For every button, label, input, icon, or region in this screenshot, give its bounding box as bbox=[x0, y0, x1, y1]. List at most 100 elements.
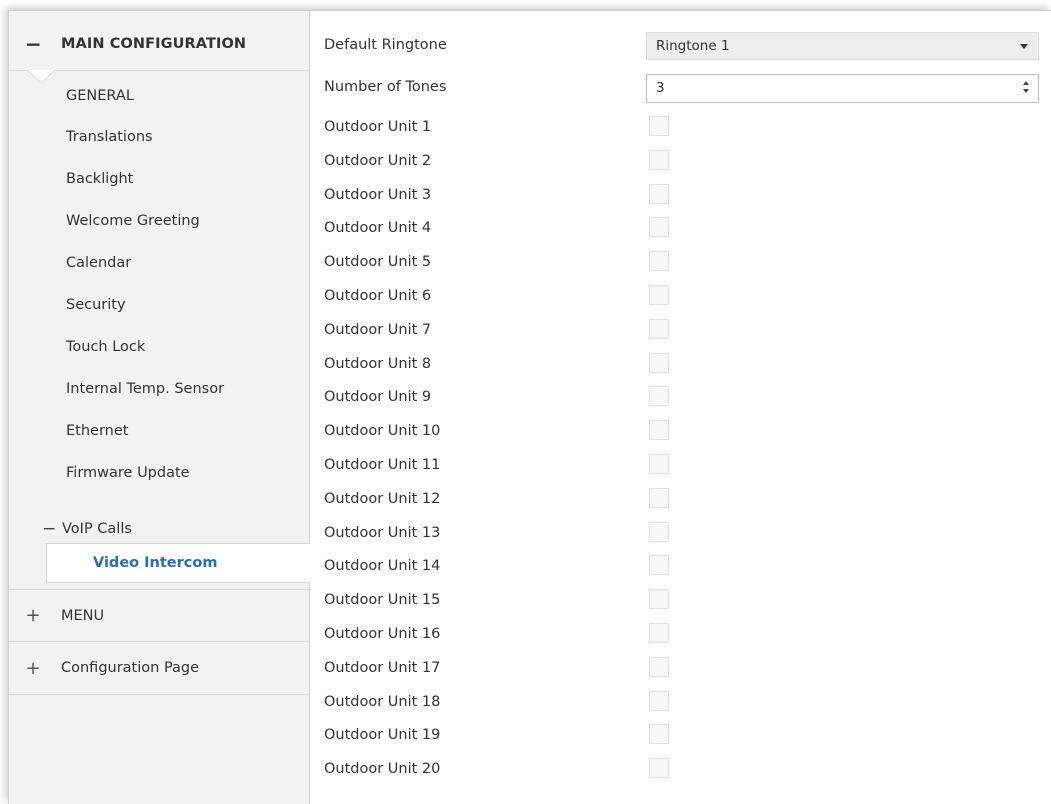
select-value: Ringtone 1 bbox=[656, 38, 730, 54]
param-label: Outdoor Unit 1 bbox=[324, 119, 432, 135]
param-label: Outdoor Unit 19 bbox=[324, 727, 441, 744]
param-row-outdoor-unit: Outdoor Unit 9 bbox=[310, 381, 1051, 415]
param-row-number-of-tones: Number of Tones 3 bbox=[310, 71, 1051, 105]
default-ringtone-select[interactable]: Ringtone 1 bbox=[646, 32, 1039, 60]
expand-icon[interactable]: + bbox=[25, 607, 41, 625]
sidebar-item-label: Touch Lock bbox=[66, 338, 146, 355]
param-row-outdoor-unit: Outdoor Unit 19 bbox=[310, 719, 1051, 753]
spin-down-arrow-icon[interactable] bbox=[1023, 89, 1029, 93]
sidebar-item-label: VoIP Calls bbox=[62, 520, 132, 537]
param-label: Default Ringtone bbox=[324, 37, 447, 53]
sidebar-item-label: Welcome Greeting bbox=[66, 213, 200, 230]
sidebar-item[interactable]: Firmware Update bbox=[9, 452, 309, 493]
sidebar-item[interactable]: GENERAL bbox=[9, 75, 309, 116]
param-row-outdoor-unit: Outdoor Unit 17 bbox=[310, 652, 1051, 686]
parameters-window: − MAIN CONFIGURATION GENERAL Translations… bbox=[8, 10, 1051, 804]
param-row-outdoor-unit: Outdoor Unit 4 bbox=[310, 212, 1051, 246]
spinner-value: 3 bbox=[656, 80, 665, 96]
param-label: Outdoor Unit 16 bbox=[324, 626, 441, 642]
expand-icon[interactable]: + bbox=[25, 659, 41, 677]
param-row-outdoor-unit: Outdoor Unit 8 bbox=[310, 348, 1051, 382]
param-label: Outdoor Unit 7 bbox=[324, 321, 432, 338]
param-row-outdoor-unit: Outdoor Unit 5 bbox=[310, 246, 1051, 280]
param-label: Outdoor Unit 15 bbox=[324, 592, 441, 609]
param-row-outdoor-unit: Outdoor Unit 18 bbox=[310, 686, 1051, 720]
param-label: Outdoor Unit 11 bbox=[324, 457, 441, 473]
outdoor-unit-checkbox[interactable] bbox=[649, 487, 669, 508]
sidebar-item[interactable]: Internal Temp. Sensor bbox=[9, 368, 309, 409]
sidebar-section-menu[interactable]: + MENU bbox=[9, 589, 309, 642]
spin-up-arrow-icon[interactable] bbox=[1023, 81, 1029, 85]
sidebar-item[interactable]: Translations bbox=[9, 117, 309, 158]
outdoor-unit-checkbox[interactable] bbox=[649, 149, 669, 170]
sidebar-item-label: Security bbox=[66, 297, 126, 313]
outdoor-unit-checkbox[interactable] bbox=[649, 758, 669, 779]
param-row-outdoor-unit: Outdoor Unit 1 bbox=[310, 111, 1051, 145]
outdoor-unit-checkbox[interactable] bbox=[649, 623, 669, 643]
outdoor-unit-checkbox[interactable] bbox=[649, 251, 669, 272]
outdoor-unit-checkbox[interactable] bbox=[649, 420, 669, 441]
outdoor-unit-checkbox[interactable] bbox=[649, 183, 669, 204]
param-label: Outdoor Unit 14 bbox=[324, 558, 441, 575]
sidebar-section-label: MAIN CONFIGURATION bbox=[61, 36, 247, 52]
outdoor-unit-checkbox[interactable] bbox=[649, 521, 669, 542]
param-label: Outdoor Unit 12 bbox=[324, 490, 441, 507]
sidebar-item-label: Firmware Update bbox=[66, 464, 190, 481]
outdoor-unit-checkbox[interactable] bbox=[649, 589, 669, 610]
sidebar-item[interactable]: Welcome Greeting bbox=[9, 201, 309, 242]
outdoor-unit-checkbox[interactable] bbox=[649, 285, 669, 305]
outdoor-unit-checkbox[interactable] bbox=[649, 386, 669, 407]
sidebar-item-video-intercom[interactable]: Video Intercom bbox=[46, 543, 310, 583]
param-row-outdoor-unit: Outdoor Unit 13 bbox=[310, 517, 1051, 551]
param-row-outdoor-unit: Outdoor Unit 7 bbox=[310, 314, 1051, 348]
sidebar-item[interactable]: Backlight bbox=[9, 159, 309, 200]
number-of-tones-spinner[interactable]: 3 bbox=[646, 74, 1039, 103]
param-row-outdoor-unit: Outdoor Unit 15 bbox=[310, 584, 1051, 618]
param-label: Outdoor Unit 18 bbox=[324, 693, 441, 710]
param-label: Outdoor Unit 6 bbox=[324, 288, 432, 304]
parameters-panel: Default Ringtone Ringtone 1 Number of To… bbox=[310, 11, 1051, 804]
collapse-icon[interactable]: − bbox=[25, 34, 42, 54]
sidebar-item-label: Translations bbox=[66, 129, 153, 146]
param-label: Outdoor Unit 5 bbox=[324, 254, 432, 271]
sidebar-item-label: Internal Temp. Sensor bbox=[66, 380, 225, 397]
sidebar-item-label: Backlight bbox=[66, 171, 134, 188]
sidebar-section-main-configuration[interactable]: − MAIN CONFIGURATION bbox=[9, 18, 309, 71]
param-label: Outdoor Unit 20 bbox=[324, 761, 441, 778]
param-label: Outdoor Unit 8 bbox=[324, 355, 432, 372]
sidebar-item-label: GENERAL bbox=[66, 87, 134, 104]
collapse-icon[interactable]: − bbox=[42, 519, 56, 539]
param-label: Outdoor Unit 3 bbox=[324, 186, 432, 203]
outdoor-unit-checkbox[interactable] bbox=[649, 690, 669, 711]
param-label: Outdoor Unit 10 bbox=[324, 423, 441, 440]
param-label: Outdoor Unit 9 bbox=[324, 389, 432, 406]
param-row-outdoor-unit: Outdoor Unit 12 bbox=[310, 483, 1051, 517]
outdoor-unit-checkbox[interactable] bbox=[649, 555, 669, 576]
outdoor-unit-checkbox[interactable] bbox=[649, 217, 669, 238]
param-row-outdoor-unit: Outdoor Unit 3 bbox=[310, 179, 1051, 213]
sidebar-item[interactable]: Touch Lock bbox=[9, 326, 309, 367]
sidebar-section-configuration-page[interactable]: + Configuration Page bbox=[9, 642, 309, 695]
outdoor-unit-checkbox[interactable] bbox=[649, 454, 669, 474]
sidebar-item[interactable]: Security bbox=[9, 285, 309, 326]
param-label: Outdoor Unit 13 bbox=[324, 524, 441, 541]
sidebar: − MAIN CONFIGURATION GENERAL Translations… bbox=[9, 11, 310, 804]
sidebar-item-label: Calendar bbox=[66, 255, 132, 272]
param-row-default-ringtone: Default Ringtone Ringtone 1 bbox=[310, 29, 1051, 63]
param-row-outdoor-unit: Outdoor Unit 6 bbox=[310, 280, 1051, 314]
spinner-icon bbox=[1023, 80, 1031, 96]
param-row-outdoor-unit: Outdoor Unit 11 bbox=[310, 449, 1051, 483]
outdoor-unit-checkbox[interactable] bbox=[649, 656, 669, 677]
outdoor-unit-checkbox[interactable] bbox=[649, 352, 669, 373]
outdoor-unit-checkbox[interactable] bbox=[649, 116, 669, 136]
param-row-outdoor-unit: Outdoor Unit 2 bbox=[310, 145, 1051, 179]
outdoor-unit-checkbox[interactable] bbox=[649, 318, 669, 339]
param-row-outdoor-unit: Outdoor Unit 20 bbox=[310, 753, 1051, 787]
sidebar-item[interactable]: Calendar bbox=[9, 243, 309, 284]
outdoor-unit-checkbox[interactable] bbox=[649, 724, 669, 745]
chevron-down-icon[interactable] bbox=[1020, 44, 1028, 49]
sidebar-item[interactable]: Ethernet bbox=[9, 410, 309, 451]
param-row-outdoor-unit: Outdoor Unit 16 bbox=[310, 618, 1051, 652]
sidebar-item-label: Ethernet bbox=[66, 422, 129, 439]
sidebar-item-label: Video Intercom bbox=[93, 555, 218, 571]
